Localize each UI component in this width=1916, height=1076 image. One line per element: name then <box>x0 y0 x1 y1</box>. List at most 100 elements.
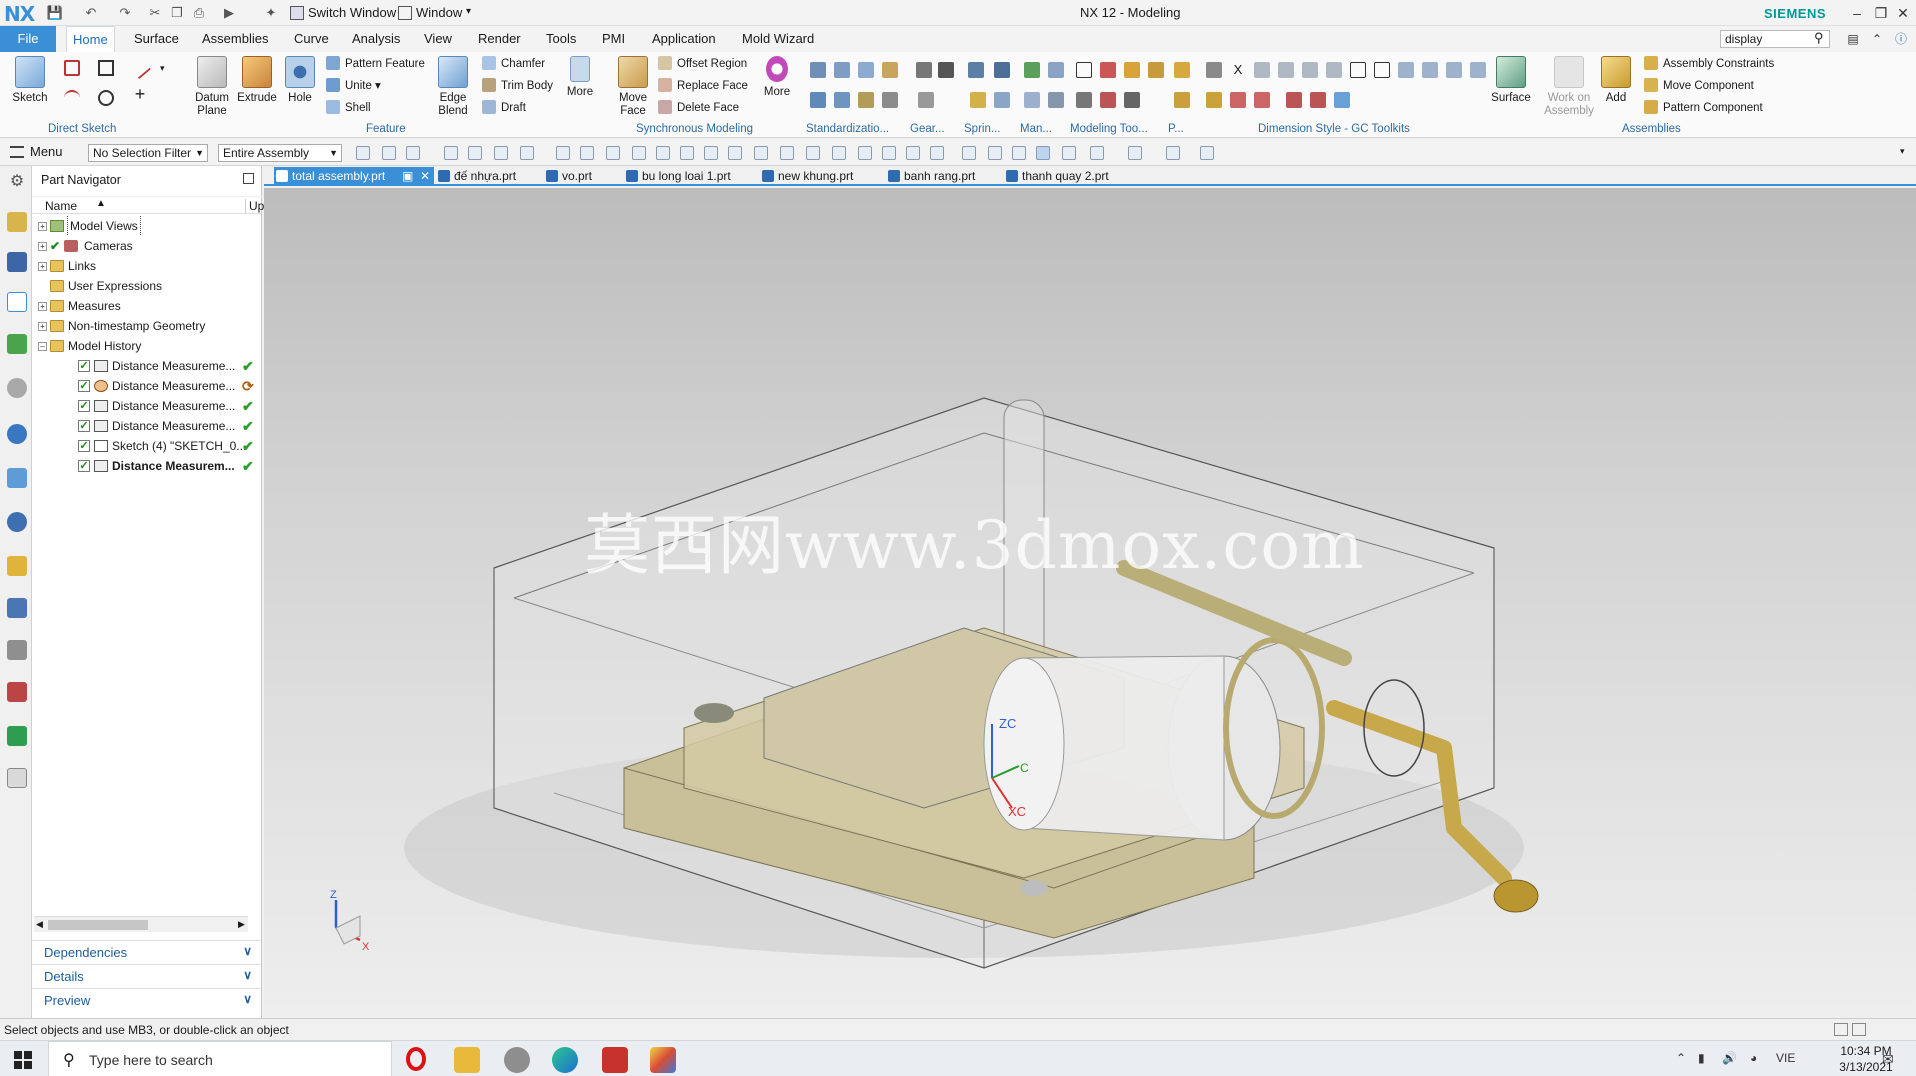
visibility-checkbox[interactable]: ✓ <box>78 380 90 392</box>
gear-icon[interactable] <box>938 62 954 78</box>
redo-icon[interactable]: ↷ <box>116 4 134 22</box>
point-snap-icon[interactable] <box>882 146 896 160</box>
edge-browser-icon[interactable] <box>552 1047 578 1073</box>
move-face-button[interactable]: Move Face <box>614 54 652 118</box>
chevron-down-icon[interactable]: ▾ <box>1900 146 1905 157</box>
display-mode-icon[interactable] <box>556 146 570 160</box>
tab-render[interactable]: Render <box>472 26 527 52</box>
visibility-checkbox[interactable]: ✓ <box>78 400 90 412</box>
language-indicator[interactable]: VIE <box>1776 1051 1795 1065</box>
modeling-tool-icon[interactable] <box>1148 62 1164 78</box>
visibility-checkbox[interactable]: ✓ <box>78 460 90 472</box>
standardization-icon[interactable] <box>882 62 898 78</box>
display-mode-icon[interactable] <box>580 146 594 160</box>
expand-icon[interactable]: + <box>38 262 47 271</box>
tree-node-distance-measurement[interactable]: ✓ Distance Measureme... ✔ <box>32 416 262 436</box>
tab-curve[interactable]: Curve <box>288 26 335 52</box>
standardization-icon[interactable] <box>858 62 874 78</box>
circle-icon[interactable] <box>98 90 114 106</box>
graphics-window[interactable]: ZC XC C Z X 莫西网www.3dmox.com <box>264 188 1916 1018</box>
modeling-tool-icon[interactable] <box>1100 92 1116 108</box>
dimension-style-icon[interactable] <box>1254 92 1270 108</box>
snap-icon[interactable] <box>520 146 534 160</box>
tab-application[interactable]: Application <box>646 26 722 52</box>
minimize-icon[interactable]: – <box>1846 2 1868 24</box>
assembly-navigator-icon[interactable] <box>7 212 27 232</box>
unite-button[interactable]: Unite ▾ <box>326 76 381 96</box>
spring-icon[interactable] <box>970 92 986 108</box>
close-tab-icon[interactable]: ✕ <box>420 167 430 185</box>
gear-icon[interactable]: ⚙ <box>7 172 27 192</box>
offset-region-button[interactable]: Offset Region <box>658 54 747 74</box>
standardization-icon[interactable] <box>834 92 850 108</box>
doc-tab-total-assembly[interactable]: total assembly.prt ▣ ✕ <box>274 167 434 186</box>
visibility-checkbox[interactable]: ✓ <box>78 420 90 432</box>
process-studio-icon[interactable] <box>7 556 27 576</box>
chevron-down-icon[interactable]: ▾ <box>466 6 471 17</box>
scroll-left-icon[interactable]: ◀ <box>36 919 43 930</box>
rectangle-icon[interactable] <box>98 60 114 76</box>
edit-object-display-icon[interactable] <box>1166 146 1180 160</box>
dimension-style-icon[interactable] <box>1422 62 1438 78</box>
add-component-button[interactable]: Add <box>1600 54 1632 105</box>
standardization-icon[interactable] <box>882 92 898 108</box>
zoom-icon[interactable] <box>988 146 1002 160</box>
chamfer-button[interactable]: Chamfer <box>482 54 545 74</box>
standardization-icon[interactable] <box>834 62 850 78</box>
dimension-style-icon[interactable] <box>1302 62 1318 78</box>
more-feature-button[interactable]: More <box>564 54 596 99</box>
snap-icon[interactable] <box>444 146 458 160</box>
history-icon[interactable] <box>7 424 27 444</box>
p-tool-icon[interactable] <box>1174 92 1190 108</box>
cut-icon[interactable]: ✂ <box>146 4 164 22</box>
doc-tab-thanh-quay-2[interactable]: thanh quay 2.prt <box>1004 167 1109 186</box>
window-menu[interactable]: Window <box>416 5 462 20</box>
dimension-style-icon[interactable] <box>1446 62 1462 78</box>
curve-rule-icon[interactable] <box>728 146 742 160</box>
dimension-style-icon[interactable] <box>1310 92 1326 108</box>
display-mode-icon[interactable] <box>606 146 620 160</box>
snap-icon[interactable] <box>468 146 482 160</box>
dimension-style-icon[interactable] <box>1278 62 1294 78</box>
doc-tab-bu-long-loai-1[interactable]: bu long loai 1.prt <box>624 167 731 186</box>
pattern-feature-button[interactable]: Pattern Feature <box>326 54 425 74</box>
dimension-style-icon[interactable] <box>1374 62 1390 78</box>
point-snap-icon[interactable] <box>906 146 920 160</box>
modeling-tool-icon[interactable] <box>1124 62 1140 78</box>
menu-button[interactable]: Menu <box>30 144 63 159</box>
gear-icon[interactable] <box>916 62 932 78</box>
tree-node-distance-measurement[interactable]: ✓ Distance Measureme... ⟳ <box>32 376 262 396</box>
selection-scope-select[interactable]: Entire Assembly ▼ <box>218 144 342 162</box>
volume-icon[interactable]: 🔊 <box>1722 1051 1737 1065</box>
column-name[interactable]: Name <box>45 199 77 213</box>
visibility-checkbox[interactable]: ✓ <box>78 440 90 452</box>
preview-panel[interactable]: Preview ∨ <box>32 988 260 1012</box>
web-browser-icon[interactable] <box>7 378 27 398</box>
dimension-style-icon[interactable] <box>1398 62 1414 78</box>
save-icon[interactable]: 💾 <box>46 4 64 22</box>
curve-rule-icon[interactable] <box>632 146 646 160</box>
column-up-to-date[interactable]: Up <box>245 199 264 213</box>
point-snap-icon[interactable] <box>832 146 846 160</box>
draft-button[interactable]: Draft <box>482 98 526 118</box>
collapse-icon[interactable]: – <box>38 342 47 351</box>
orient-view-icon[interactable] <box>1036 146 1050 160</box>
point-snap-icon[interactable] <box>780 146 794 160</box>
doc-tab-new-khung[interactable]: new khung.prt <box>760 167 853 186</box>
taskbar-search-input[interactable]: ⚲ Type here to search <box>48 1041 392 1076</box>
undo-icon[interactable]: ↶ <box>82 4 100 22</box>
modeling-tool-icon[interactable] <box>1076 92 1092 108</box>
tab-pmi[interactable]: PMI <box>596 26 631 52</box>
dimension-style-icon[interactable] <box>1206 92 1222 108</box>
file-explorer-icon[interactable] <box>454 1047 480 1073</box>
notification-icon[interactable]: ✉ <box>1882 1051 1894 1068</box>
pin-icon[interactable]: ▣ <box>402 167 413 185</box>
maximize-icon[interactable] <box>243 173 254 184</box>
manufacturing-icon[interactable] <box>1024 62 1040 78</box>
dimension-style-icon[interactable]: X <box>1230 62 1246 78</box>
point-snap-icon[interactable] <box>858 146 872 160</box>
point-icon[interactable]: + <box>132 85 148 103</box>
gear-icon[interactable] <box>918 92 934 108</box>
expand-icon[interactable]: + <box>38 302 47 311</box>
hole-button[interactable]: Hole <box>282 54 318 105</box>
